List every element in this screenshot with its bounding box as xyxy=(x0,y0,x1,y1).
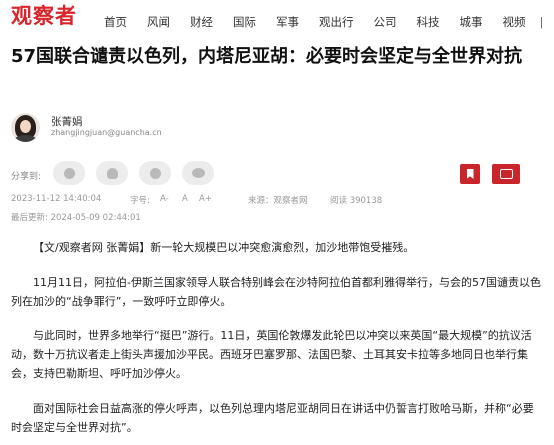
article-paragraph: 面对国际社会日益高涨的停火呼声，以色列总理内塔尼亚胡同日在讲话中仍誓言打败哈马斯… xyxy=(11,402,534,434)
publish-time: 2023-11-12 14:40:04 xyxy=(11,194,102,204)
comment-button[interactable] xyxy=(492,164,520,184)
update-time: 最后更新: 2024-05-09 02:44:01 xyxy=(11,213,141,223)
article-paragraph: 【文/观察者网 张菁娟】新一轮大规模巴以冲突愈演愈烈，加沙地带饱受摧残。 xyxy=(33,241,415,254)
nav-item-company[interactable]: 公司 xyxy=(374,14,397,30)
font-size-normal[interactable]: A xyxy=(182,194,188,204)
author-email: zhangjingjuan@guancha.cn xyxy=(51,128,162,137)
share-wechat-button[interactable] xyxy=(182,161,214,185)
nav-item-travel[interactable]: 观出行 xyxy=(319,14,354,30)
nav-item-international[interactable]: 国际 xyxy=(233,14,256,30)
article-source: 来源：观察者网 xyxy=(248,196,308,206)
share-qzone-button[interactable] xyxy=(139,161,171,185)
nav-item-finance[interactable]: 财经 xyxy=(190,14,213,30)
site-logo[interactable]: 观察者 xyxy=(11,4,77,28)
top-navigation: 观察者 首页 风闻 财经 国际 军事 观出行 公司 科技 城事 视频 | 观 xyxy=(0,0,554,32)
wechat-icon xyxy=(191,168,205,178)
article-paragraph: 11月11日，阿拉伯-伊斯兰国家领导人联合特别峰会在沙特阿拉伯首都利雅得举行，与… xyxy=(11,276,541,308)
bookmark-icon xyxy=(466,169,474,179)
qq-icon xyxy=(106,167,118,179)
share-qq-button[interactable] xyxy=(96,161,128,185)
share-label: 分享到: xyxy=(11,172,42,182)
view-count: 阅读 390138 xyxy=(330,196,383,206)
font-size-large[interactable]: A+ xyxy=(199,194,212,204)
nav-separator: | xyxy=(539,14,544,29)
author-avatar[interactable] xyxy=(11,113,40,142)
nav-item-military[interactable]: 军事 xyxy=(276,14,299,30)
article-paragraph: 与此同时，世界多地举行“挺巴”游行。11日，英国伦敦爆发此轮巴以冲突以来英国“最… xyxy=(11,329,532,380)
share-weibo-button[interactable] xyxy=(53,161,85,185)
nav-menu: 首页 风闻 财经 国际 军事 观出行 公司 科技 城事 视频 | 观 xyxy=(104,7,554,36)
nav-item-fengwen[interactable]: 风闻 xyxy=(147,14,170,30)
author-name[interactable]: 张菁娟 xyxy=(51,114,83,129)
qzone-icon xyxy=(149,167,161,179)
bookmark-button[interactable] xyxy=(460,164,480,184)
comment-icon xyxy=(499,169,513,179)
nav-item-tech[interactable]: 科技 xyxy=(417,14,440,30)
font-size-label: 字号: xyxy=(130,196,150,206)
nav-item-home[interactable]: 首页 xyxy=(104,14,127,30)
font-size-small[interactable]: A- xyxy=(160,194,169,204)
article-title: 57国联合谴责以色列，内塔尼亚胡：必要时会坚定与全世界对抗 xyxy=(11,46,523,67)
weibo-icon xyxy=(63,167,75,179)
nav-item-city[interactable]: 城事 xyxy=(460,14,483,30)
nav-item-video[interactable]: 视频 xyxy=(503,14,526,30)
